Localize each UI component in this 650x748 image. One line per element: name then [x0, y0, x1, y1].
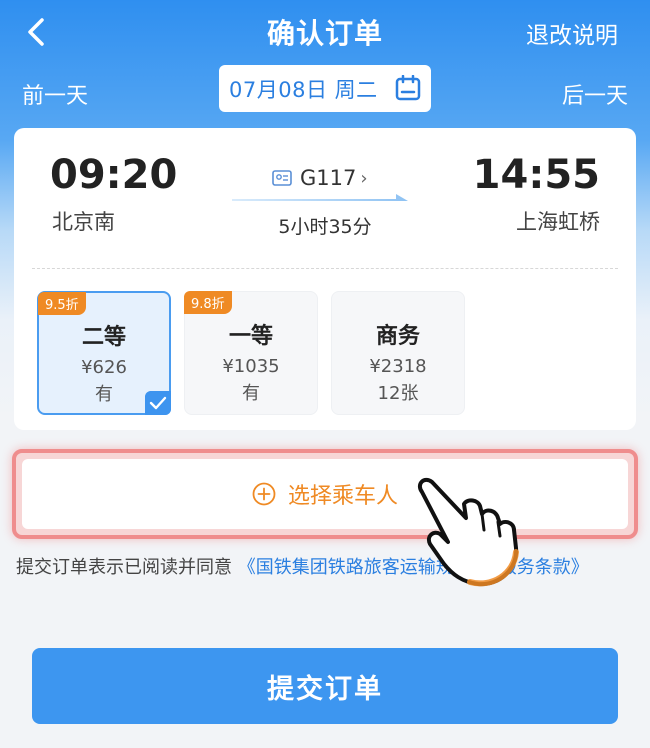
seat-option-business-class[interactable]: 商务 ¥2318 12张	[331, 291, 465, 415]
seat-price: ¥626	[81, 357, 127, 378]
select-passenger-label: 选择乘车人	[287, 484, 398, 509]
submit-order-button[interactable]: 提交订单	[32, 648, 618, 724]
next-day-button[interactable]: 后一天	[562, 78, 628, 110]
calendar-icon	[395, 75, 421, 101]
refund-policy-link[interactable]: 退改说明	[526, 16, 618, 50]
agreement-prefix: 提交订单表示已阅读并同意	[16, 557, 232, 578]
seat-name: 一等	[228, 324, 273, 349]
discount-badge: 9.5折	[38, 292, 86, 315]
date-text: 07月08日 周二	[229, 77, 378, 102]
check-icon	[145, 391, 171, 415]
seat-price: ¥2318	[369, 356, 427, 377]
seat-availability: 12张	[377, 383, 419, 404]
route-arrow-icon	[232, 194, 408, 201]
id-card-icon	[272, 170, 292, 186]
seat-price: ¥1035	[222, 356, 280, 377]
departure-time: 09:20	[50, 152, 178, 198]
prev-day-button[interactable]: 前一天	[22, 78, 88, 110]
select-passenger-button[interactable]: 选择乘车人	[22, 459, 628, 529]
train-number: G117	[300, 166, 357, 190]
divider	[32, 268, 618, 269]
discount-badge: 9.8折	[184, 291, 232, 314]
seat-availability: 有	[242, 383, 260, 404]
train-number-link[interactable]: G117 ›	[272, 166, 368, 190]
chevron-right-icon: ›	[360, 167, 368, 189]
seat-option-second-class[interactable]: 9.5折 二等 ¥626 有	[37, 291, 171, 415]
plus-circle-icon	[252, 482, 276, 506]
agreement-text: 提交订单表示已阅读并同意 《国铁集团铁路旅客运输规程》《服务条款》	[16, 549, 636, 587]
pointing-hand-icon	[417, 477, 519, 587]
seat-name: 商务	[375, 324, 420, 349]
trip-duration: 5小时35分	[278, 216, 372, 238]
seat-name: 二等	[81, 325, 126, 350]
seat-option-first-class[interactable]: 9.8折 一等 ¥1035 有	[184, 291, 318, 415]
date-selector[interactable]: 07月08日 周二	[219, 65, 431, 112]
arrival-time: 14:55	[472, 152, 600, 198]
